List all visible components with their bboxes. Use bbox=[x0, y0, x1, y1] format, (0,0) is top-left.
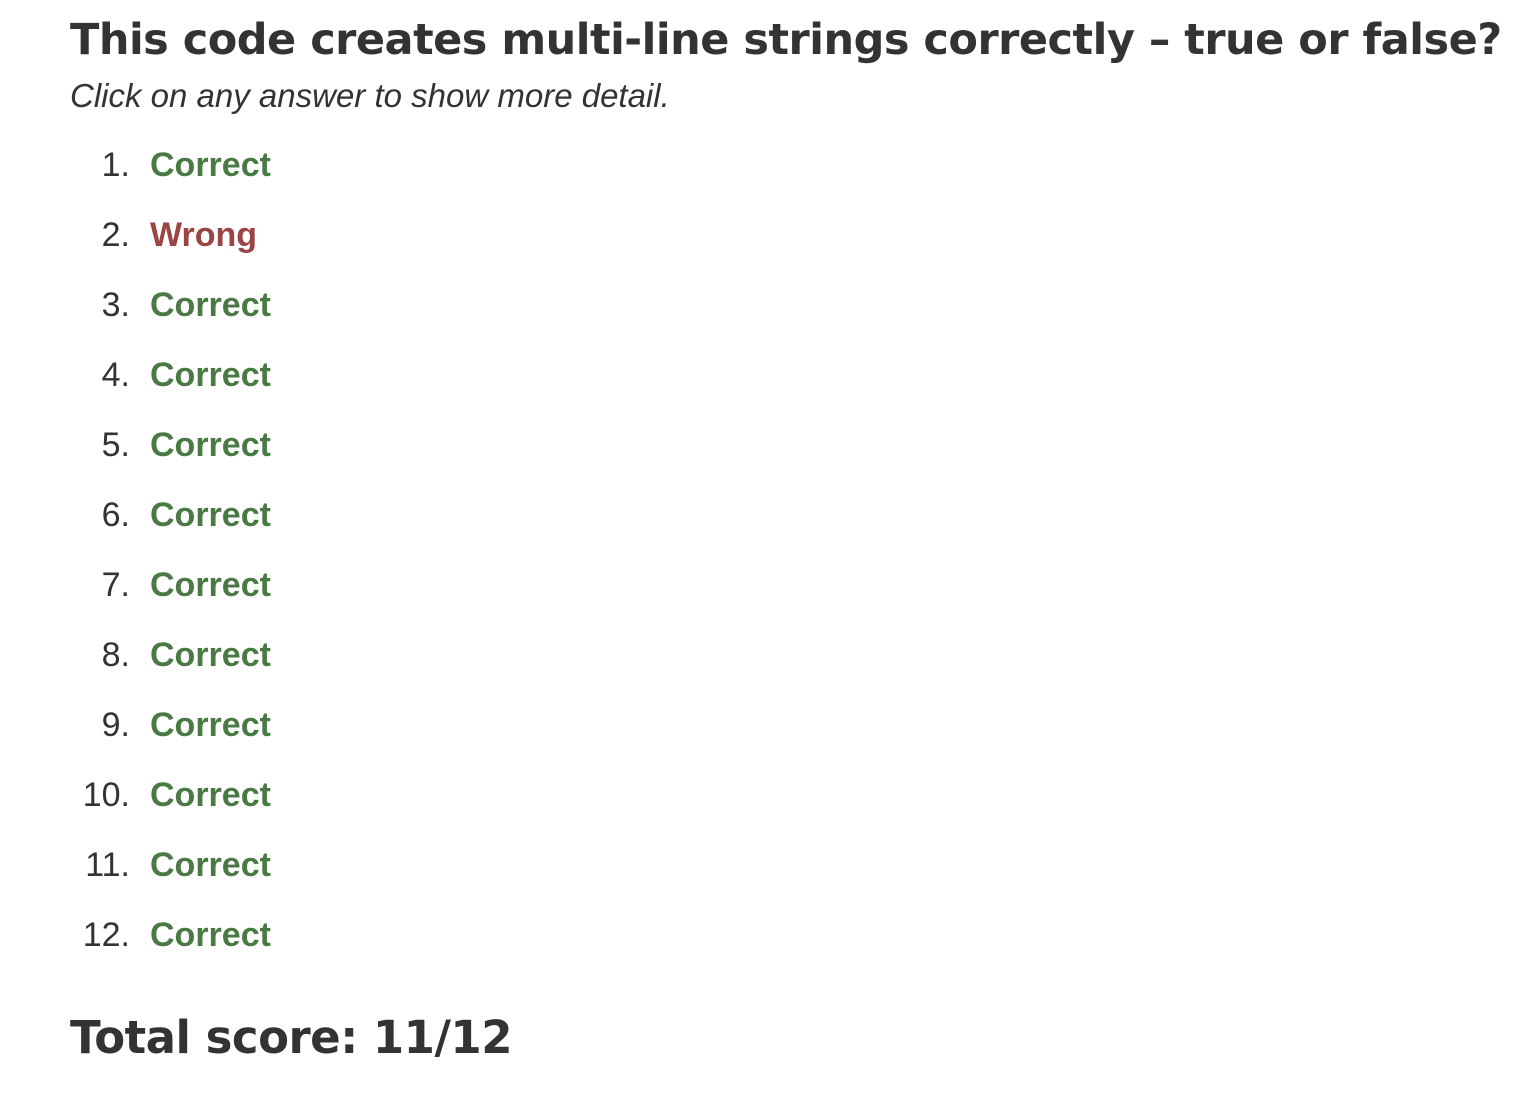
answer-result-link[interactable]: Correct bbox=[150, 426, 271, 465]
answer-list: 1. Correct 2. Wrong 3. Correct 4. Correc… bbox=[70, 130, 1510, 970]
answer-result-link[interactable]: Correct bbox=[150, 706, 271, 745]
answer-result-link[interactable]: Correct bbox=[150, 496, 271, 535]
page-subtitle: Click on any answer to show more detail. bbox=[70, 77, 670, 114]
answer-number: 4. bbox=[101, 355, 130, 394]
answer-result-link[interactable]: Correct bbox=[150, 566, 271, 605]
answer-item-3: 3. Correct bbox=[70, 270, 1510, 340]
answer-number: 8. bbox=[101, 635, 130, 674]
answer-result-link[interactable]: Correct bbox=[150, 916, 271, 955]
answer-item-6: 6. Correct bbox=[70, 480, 1510, 550]
answer-item-9: 9. Correct bbox=[70, 690, 1510, 760]
answer-item-11: 11. Correct bbox=[70, 830, 1510, 900]
answer-item-10: 10. Correct bbox=[70, 760, 1510, 830]
answer-item-1: 1. Correct bbox=[70, 130, 1510, 200]
answer-number: 10. bbox=[82, 775, 130, 814]
total-score: Total score: 11/12 bbox=[70, 1011, 513, 1064]
answer-result-link[interactable]: Correct bbox=[150, 636, 271, 675]
answer-number: 1. bbox=[101, 145, 130, 184]
answer-number: 12. bbox=[82, 915, 130, 954]
answer-number: 6. bbox=[101, 495, 130, 534]
answer-number: 5. bbox=[101, 425, 130, 464]
quiz-results-page: This code creates multi-line strings cor… bbox=[70, 0, 1510, 1068]
answer-result-link[interactable]: Correct bbox=[150, 286, 271, 325]
answer-result-link[interactable]: Correct bbox=[150, 846, 271, 885]
answer-item-12: 12. Correct bbox=[70, 900, 1510, 970]
answer-result-link[interactable]: Correct bbox=[150, 356, 271, 395]
answer-item-4: 4. Correct bbox=[70, 340, 1510, 410]
answer-item-7: 7. Correct bbox=[70, 550, 1510, 620]
answer-item-5: 5. Correct bbox=[70, 410, 1510, 480]
answer-number: 9. bbox=[101, 705, 130, 744]
answer-number: 3. bbox=[101, 285, 130, 324]
answer-result-link[interactable]: Correct bbox=[150, 776, 271, 815]
answer-number: 2. bbox=[101, 215, 130, 254]
answer-number: 11. bbox=[85, 845, 130, 884]
answer-item-2: 2. Wrong bbox=[70, 200, 1510, 270]
answer-result-link[interactable]: Wrong bbox=[150, 216, 257, 255]
answer-result-link[interactable]: Correct bbox=[150, 146, 271, 185]
answer-item-8: 8. Correct bbox=[70, 620, 1510, 690]
answer-number: 7. bbox=[101, 565, 130, 604]
page-title: This code creates multi-line strings cor… bbox=[70, 15, 1502, 65]
